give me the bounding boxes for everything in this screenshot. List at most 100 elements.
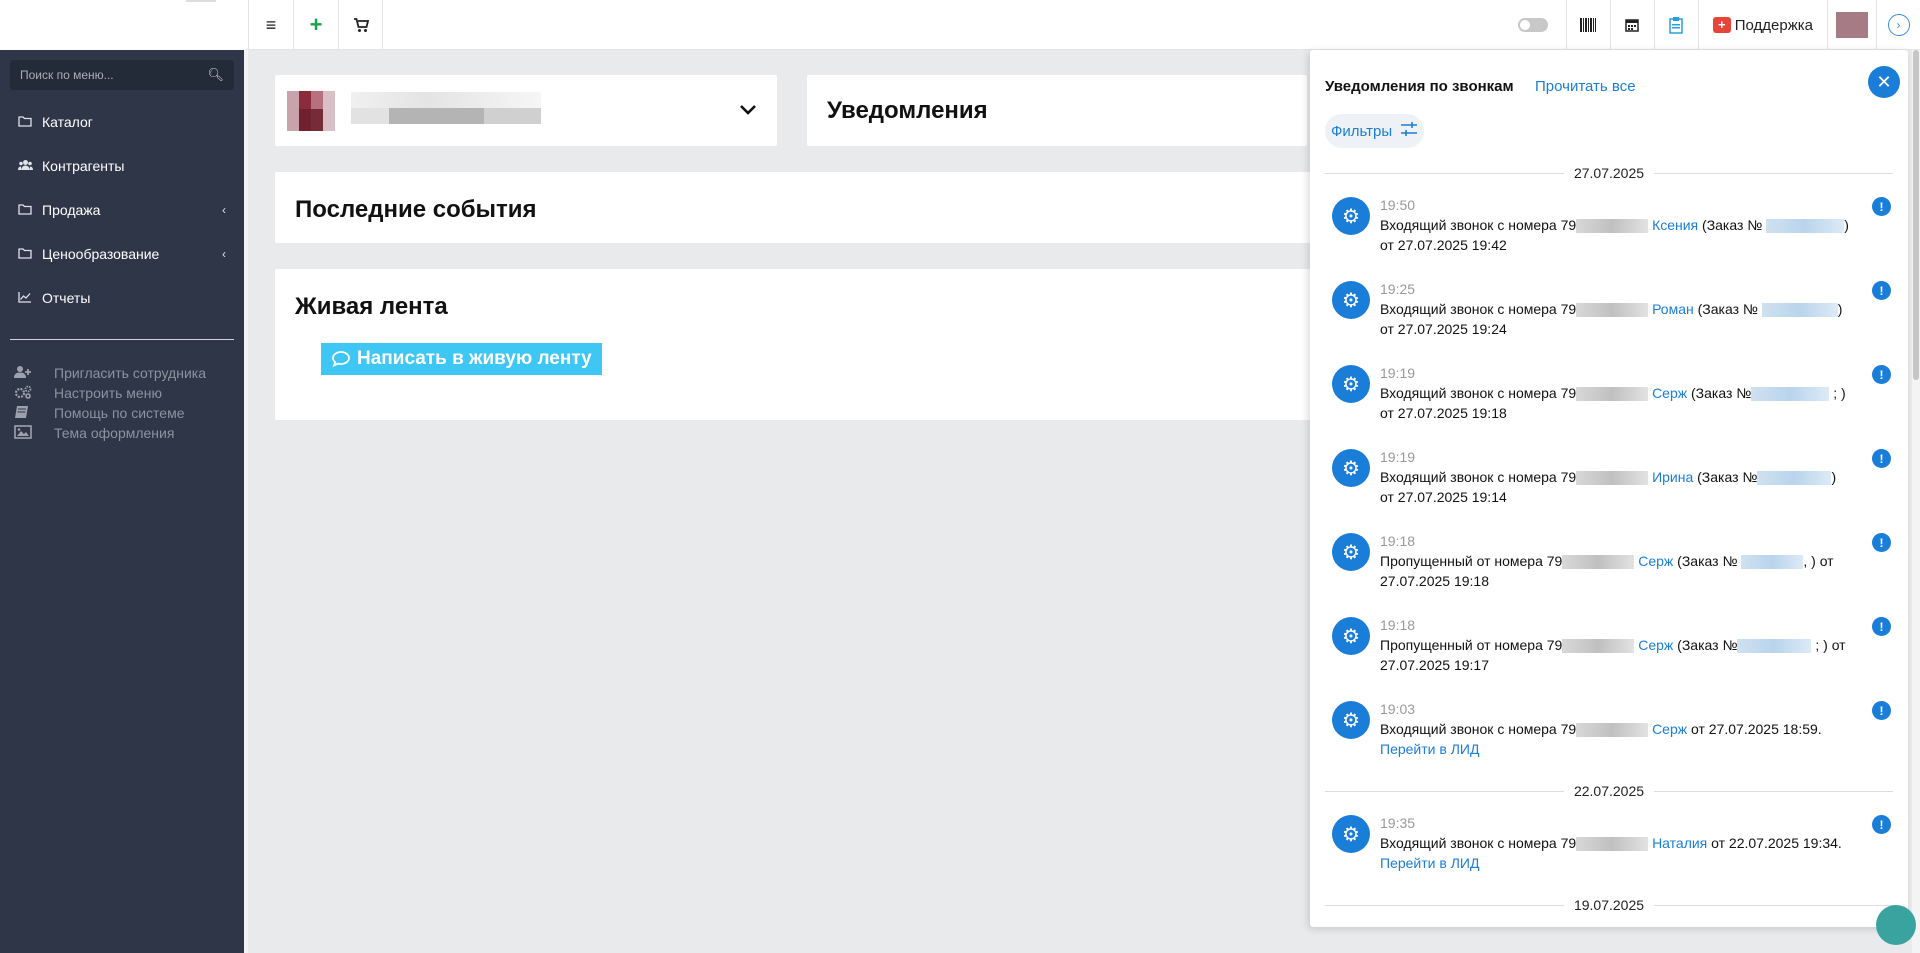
gear-icon: ⚙︎: [1332, 701, 1370, 739]
sidebar-divider: [10, 339, 234, 340]
alert-icon[interactable]: !: [1872, 617, 1891, 636]
alert-icon[interactable]: !: [1872, 701, 1891, 720]
support-button[interactable]: + Поддержка: [1697, 0, 1827, 50]
date-separator: 27.07.2025: [1325, 163, 1894, 183]
notification-item[interactable]: ⚙︎ 19:19 Входящий звонок с номера 79 Ири…: [1332, 449, 1892, 519]
company-logo: [287, 91, 335, 131]
chart-icon: [18, 291, 42, 306]
alert-icon[interactable]: !: [1872, 815, 1891, 834]
barcode-button[interactable]: [1565, 0, 1610, 50]
contact-link[interactable]: Серж: [1638, 553, 1673, 569]
close-icon[interactable]: ✕: [1868, 66, 1900, 98]
notification-item[interactable]: ⚙︎ 19:25 Входящий звонок с номера 79 Ром…: [1332, 281, 1892, 351]
gear-icon: ⚙︎: [1332, 815, 1370, 853]
gear-icon: ⚙︎: [1332, 449, 1370, 487]
notification-item[interactable]: ⚙︎ 19:18 Пропущенный от номера 79 Серж (…: [1332, 617, 1892, 687]
notification-time: 19:35: [1380, 815, 1416, 831]
chat-widget-button[interactable]: [1876, 905, 1916, 945]
cart-button[interactable]: [338, 0, 383, 50]
write-to-feed-button[interactable]: Написать в живую ленту: [321, 343, 602, 375]
comment-icon: [332, 351, 350, 368]
chevron-down-icon[interactable]: [739, 99, 757, 122]
read-all-link[interactable]: Прочитать все: [1535, 78, 1636, 95]
notification-text: Пропущенный от номера 79 Серж (Заказ № ;…: [1380, 637, 1846, 673]
gear-icon: ⚙︎: [1332, 365, 1370, 403]
go-to-lead-link[interactable]: Перейти в ЛИД: [1380, 741, 1479, 757]
sidebar-gutter: [244, 50, 248, 953]
tool-label: Помощь по системе: [54, 405, 185, 421]
alert-icon[interactable]: !: [1872, 533, 1891, 552]
contact-link[interactable]: Ксения: [1652, 217, 1698, 233]
sidebar-item-sales[interactable]: Продажа ‹: [0, 188, 244, 232]
sidebar-item-label: Контрагенты: [42, 158, 125, 174]
notification-time: 19:50: [1380, 197, 1416, 213]
toolbar-right: + Поддержка ›: [1517, 0, 1920, 50]
menu-search-input[interactable]: [20, 68, 208, 82]
contact-link[interactable]: Серж: [1652, 721, 1687, 737]
notifications-title: Уведомления: [827, 97, 988, 124]
date-label: 22.07.2025: [1573, 783, 1645, 799]
user-menu-button[interactable]: [1827, 0, 1876, 50]
notification-text: Входящий звонок с номера 79 Серж (Заказ …: [1380, 385, 1846, 421]
alert-icon[interactable]: !: [1872, 365, 1891, 384]
alert-icon[interactable]: !: [1872, 449, 1891, 468]
theme-link[interactable]: Тема оформления: [0, 423, 244, 443]
notification-item[interactable]: ⚙︎ 19:35 Входящий звонок с номера 79 Нат…: [1332, 815, 1892, 885]
filters-button[interactable]: Фильтры: [1325, 114, 1424, 148]
notification-item[interactable]: ⚙︎ 19:50 Входящий звонок с номера 79 Ксе…: [1332, 197, 1892, 267]
notification-time: 19:03: [1380, 701, 1416, 717]
collapse-button[interactable]: ›: [1876, 0, 1920, 50]
notification-item[interactable]: ⚙︎ 19:03 Входящий звонок с номера 79 Сер…: [1332, 701, 1892, 771]
logo[interactable]: [0, 0, 246, 50]
theme-toggle[interactable]: [1517, 18, 1548, 32]
notification-time: 19:18: [1380, 617, 1416, 633]
contact-link[interactable]: Роман: [1652, 301, 1694, 317]
notification-item[interactable]: ⚙︎ 19:19 Входящий звонок с номера 79 Сер…: [1332, 365, 1892, 435]
company-name-redacted: [351, 92, 541, 108]
invite-employee-link[interactable]: Пригласить сотрудника: [0, 363, 244, 383]
company-selector[interactable]: [275, 75, 777, 146]
contact-link[interactable]: Наталия: [1652, 835, 1707, 851]
sidebar-item-pricing[interactable]: Ценообразование ‹: [0, 232, 244, 276]
toolbar-left: ≡ +: [248, 0, 383, 50]
hamburger-menu-button[interactable]: ≡: [248, 0, 293, 50]
contact-link[interactable]: Серж: [1638, 637, 1673, 653]
add-button[interactable]: +: [293, 0, 338, 50]
notification-text: Входящий звонок с номера 79 Роман (Заказ…: [1380, 301, 1843, 337]
recent-events-card: Последние события: [275, 172, 1315, 243]
date-separator: 22.07.2025: [1325, 781, 1894, 801]
notification-item[interactable]: ⚙︎ 19:18 Пропущенный от номера 79 Серж (…: [1332, 533, 1892, 603]
chevron-right-icon: ›: [1887, 14, 1910, 36]
contact-link[interactable]: Серж: [1652, 385, 1687, 401]
notification-time: 19:19: [1380, 449, 1416, 465]
page-scrollbar[interactable]: [1912, 50, 1920, 953]
live-feed-card: Живая лента Написать в живую ленту: [275, 269, 1315, 420]
alert-icon[interactable]: !: [1872, 281, 1891, 300]
configure-menu-link[interactable]: Настроить меню: [0, 383, 244, 403]
chevron-left-icon: ‹: [222, 203, 226, 217]
sidebar-item-contractors[interactable]: Контрагенты: [0, 144, 244, 188]
system-help-link[interactable]: Помощь по системе: [0, 403, 244, 423]
cart-icon: [353, 17, 369, 32]
gears-icon: [14, 385, 54, 402]
users-icon: [18, 159, 42, 174]
notification-time: 19:18: [1380, 533, 1416, 549]
notification-time: 19:19: [1380, 365, 1416, 381]
contact-link[interactable]: Ирина: [1652, 469, 1693, 485]
clipboard-button[interactable]: [1653, 0, 1698, 50]
barcode-icon: [1580, 18, 1597, 32]
notifications-card: Уведомления: [807, 75, 1307, 146]
sidebar-item-catalog[interactable]: Каталог: [0, 100, 244, 144]
sidebar-item-label: Отчеты: [42, 290, 91, 306]
tool-label: Тема оформления: [54, 425, 175, 441]
sidebar-item-reports[interactable]: Отчеты: [0, 276, 244, 320]
notification-text: Входящий звонок с номера 79 Серж от 27.0…: [1380, 721, 1822, 757]
search-icon[interactable]: 🔍︎: [207, 67, 224, 83]
notification-time: 19:25: [1380, 281, 1416, 297]
date-label: 19.07.2025: [1573, 897, 1645, 913]
support-label: Поддержка: [1734, 16, 1813, 34]
calendar-button[interactable]: [1609, 0, 1654, 50]
go-to-lead-link[interactable]: Перейти в ЛИД: [1380, 855, 1479, 871]
sidebar-menu: Каталог Контрагенты Продажа ‹ Ценообразо…: [0, 100, 244, 320]
alert-icon[interactable]: !: [1872, 197, 1891, 216]
